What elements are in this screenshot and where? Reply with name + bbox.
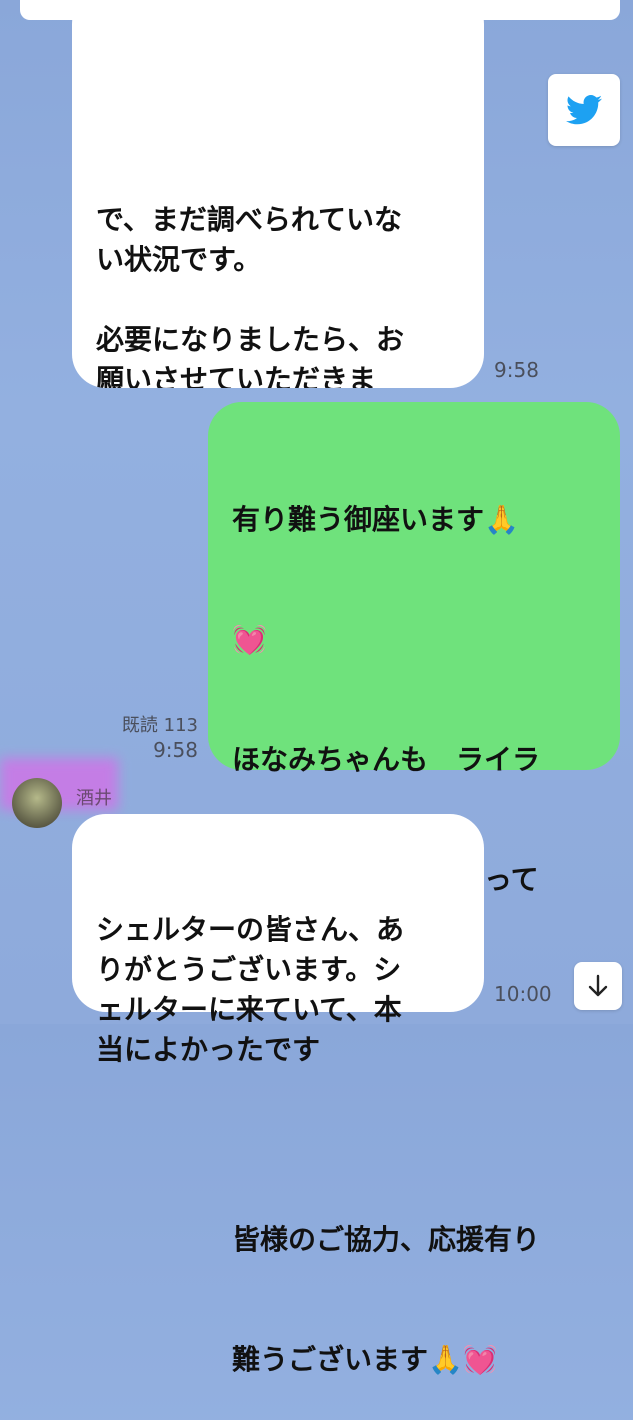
read-receipt: 既読 113 9:58 xyxy=(96,714,198,762)
message-text: シェルターの皆さん、あ りがとうございます。シ ェルターに来ていて、本 当によか… xyxy=(96,913,405,1066)
message-time: 10:00 xyxy=(494,982,552,1006)
share-twitter-button[interactable] xyxy=(548,74,620,146)
twitter-bird-icon xyxy=(566,95,602,125)
outgoing-message-bubble[interactable]: 有り難う御座います🙏 💓 ほなみちゃんも ライラ で大丈夫ならばと言って くれま… xyxy=(208,402,620,1376)
scroll-to-bottom-button[interactable] xyxy=(574,962,622,1010)
message-line: 💓 xyxy=(232,623,267,656)
message-line: ほなみちゃんも ライラ xyxy=(232,743,541,776)
message-text: で、まだ調べられていな い状況です。 必要になりましたら、お 願いさせていただき… xyxy=(96,203,405,388)
message-time: 9:58 xyxy=(494,358,539,382)
message-line: 有り難う御座います🙏 xyxy=(232,503,519,536)
arrow-down-icon xyxy=(588,974,608,997)
clipped-line: ​ xyxy=(96,72,484,112)
incoming-message-bubble[interactable]: ​ で、まだ調べられていな い状況です。 必要になりましたら、お 願いさせていた… xyxy=(72,0,484,388)
sender-avatar[interactable] xyxy=(12,778,62,828)
message-line: 皆様のご協力、応援有り xyxy=(232,1223,541,1256)
message-line xyxy=(232,1100,610,1140)
sender-name: 酒井 xyxy=(76,788,112,809)
incoming-message-bubble[interactable]: シェルターの皆さん、あ りがとうございます。シ ェルターに来ていて、本 当によか… xyxy=(72,814,484,1066)
message-line: 難うございます🙏💓 xyxy=(232,1343,498,1376)
read-count: 既読 113 xyxy=(121,715,198,736)
